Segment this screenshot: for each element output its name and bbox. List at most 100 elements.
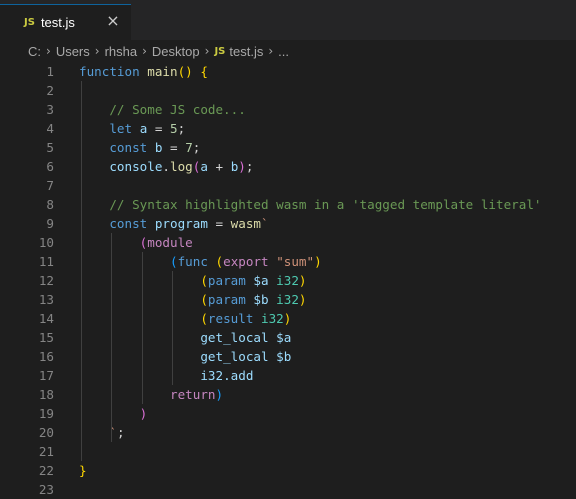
code-token: ;	[116, 425, 125, 440]
code-token: )	[314, 254, 322, 269]
code-text: return)	[79, 385, 223, 404]
code-token: (	[200, 311, 208, 326]
code-line: 8 // Syntax highlighted wasm in a 'tagge…	[0, 195, 576, 214]
code-text: // Some JS code...	[79, 100, 246, 119]
code-line: 22}	[0, 461, 576, 480]
line-number: 20	[38, 425, 54, 440]
line-number: 2	[46, 83, 54, 98]
code-token: $b	[253, 292, 277, 307]
code-line: 14 (result i32)	[0, 309, 576, 328]
code-token: log	[170, 159, 193, 174]
line-number: 15	[38, 330, 54, 345]
code-line: 20 `;	[0, 423, 576, 442]
code-token: )	[298, 292, 307, 307]
code-token: 7	[185, 140, 193, 155]
code-text: (module	[79, 233, 193, 252]
breadcrumb-file[interactable]: test.js	[229, 44, 263, 59]
code-text: )	[79, 404, 148, 423]
code-token: $b	[276, 349, 292, 364]
code-line: 23	[0, 480, 576, 499]
line-number: 18	[38, 387, 54, 402]
close-icon[interactable]: ×	[105, 13, 121, 29]
code-line: 5 const b = 7;	[0, 138, 576, 157]
indent-guide	[141, 252, 143, 404]
breadcrumb: C: › Users › rhsha › Desktop › JS test.j…	[0, 40, 576, 62]
code-token: (	[200, 292, 208, 307]
code-line: 13 (param $b i32)	[0, 290, 576, 309]
code-token: `	[261, 216, 269, 231]
indent-guide	[172, 271, 174, 385]
code-token: param	[207, 273, 254, 288]
code-token: )	[298, 273, 307, 288]
breadcrumb-users[interactable]: Users	[56, 44, 90, 59]
javascript-file-icon: JS	[214, 45, 226, 57]
code-editor[interactable]: 1 function main() {2 3 // Some JS code... 4…	[0, 62, 576, 497]
line-number: 3	[46, 102, 54, 117]
code-token: "sum"	[276, 254, 315, 269]
code-text: // Syntax highlighted wasm in a 'tagged …	[79, 195, 541, 214]
code-token: console	[109, 159, 163, 174]
code-token: ;	[177, 121, 186, 136]
breadcrumb-rhsha[interactable]: rhsha	[105, 44, 138, 59]
line-number: 19	[38, 406, 54, 421]
code-line: 12 (param $a i32)	[0, 271, 576, 290]
code-token: module	[147, 235, 193, 250]
code-token: let	[109, 121, 140, 136]
code-line: 2	[0, 81, 576, 100]
code-token: // Some JS code...	[79, 102, 246, 117]
code-token: main	[147, 64, 178, 79]
code-token: )	[139, 406, 148, 421]
code-token: ()	[177, 64, 193, 79]
code-text: `;	[79, 423, 125, 442]
code-text: let a = 5;	[79, 119, 185, 138]
code-token: function	[79, 64, 148, 79]
code-token: {	[200, 64, 208, 79]
code-token: =	[147, 121, 171, 136]
code-token: )	[215, 387, 224, 402]
line-number: 14	[38, 311, 54, 326]
tab-test-js[interactable]: JS test.js ×	[0, 4, 131, 40]
code-text: (param $a i32)	[79, 271, 307, 290]
code-token: i32	[276, 273, 299, 288]
chevron-right-icon: ›	[204, 44, 210, 58]
code-line: 10 (module	[0, 233, 576, 252]
code-line: 19 )	[0, 404, 576, 423]
breadcrumb-desktop[interactable]: Desktop	[152, 44, 200, 59]
code-token: $a	[253, 273, 277, 288]
code-token: param	[207, 292, 254, 307]
line-number: 16	[38, 349, 54, 364]
breadcrumb-drive[interactable]: C:	[28, 44, 41, 59]
line-number: 4	[46, 121, 54, 136]
code-line: 7	[0, 176, 576, 195]
code-token: }	[79, 463, 87, 478]
code-token: )	[238, 159, 246, 174]
code-token: .	[162, 159, 171, 174]
code-text: console.log(a + b);	[79, 157, 253, 176]
line-number: 10	[38, 235, 54, 250]
code-token: get_local	[200, 349, 277, 364]
code-text: (param $b i32)	[79, 290, 307, 309]
line-number: 1	[46, 64, 54, 79]
line-number: 5	[46, 140, 54, 155]
code-token: get_local	[200, 330, 277, 345]
code-text: (func (export "sum")	[79, 252, 322, 271]
code-line: 17 i32.add	[0, 366, 576, 385]
code-line: 16 get_local $b	[0, 347, 576, 366]
line-number: 11	[38, 254, 54, 269]
line-number: 9	[46, 216, 54, 231]
code-token: i32	[261, 311, 284, 326]
code-line: 9 const program = wasm`	[0, 214, 576, 233]
code-token: ;	[192, 140, 201, 155]
breadcrumb-more[interactable]: ...	[278, 44, 289, 59]
